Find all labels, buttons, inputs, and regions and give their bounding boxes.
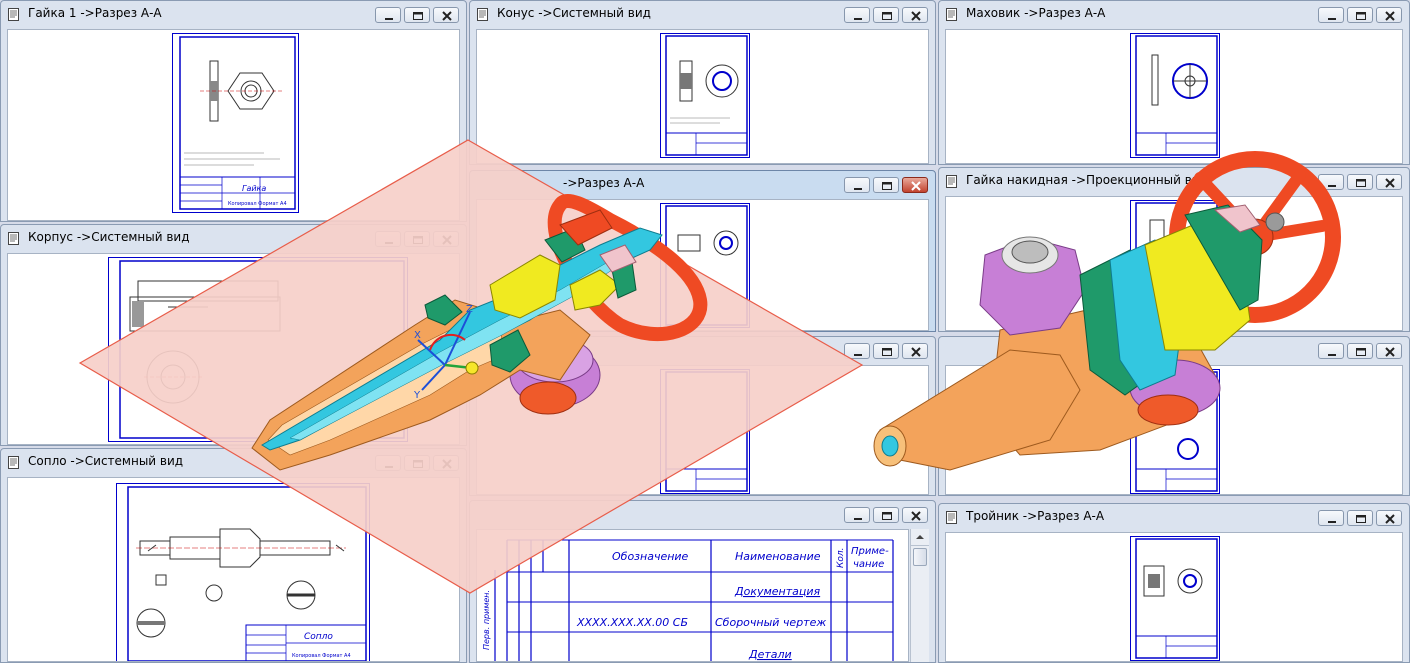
svg-text:Y: Y [413,390,421,401]
svg-text:X: X [414,330,421,341]
valve-assembly-right[interactable] [873,151,1341,471]
svg-text:Z: Z [466,304,473,315]
model-3d-overlay[interactable]: Z X Y [0,0,1410,663]
